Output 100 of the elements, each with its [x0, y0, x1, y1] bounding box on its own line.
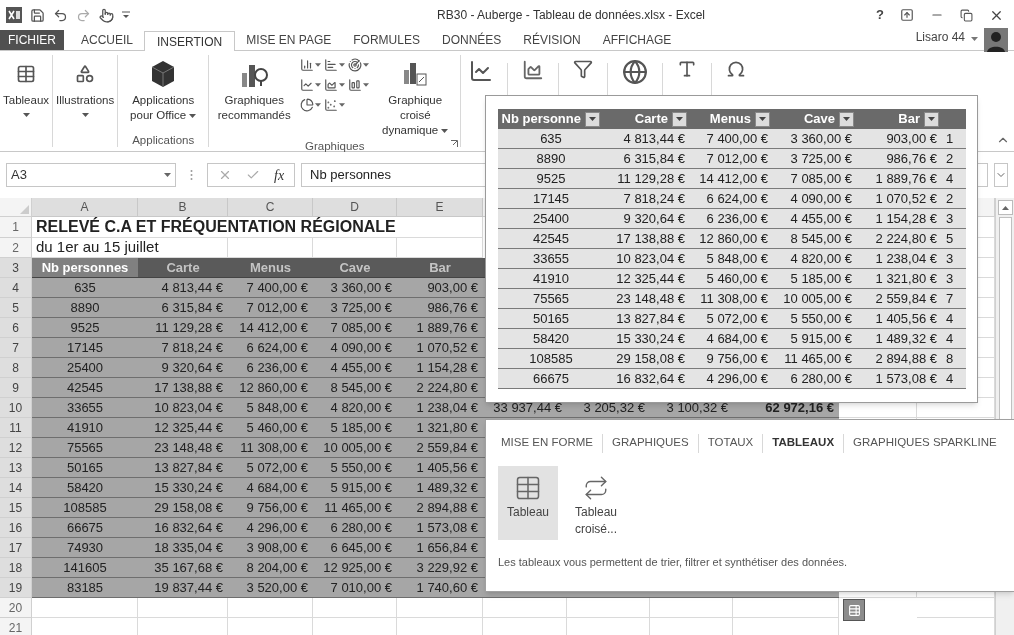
- table-header-cell[interactable]: Bar: [397, 258, 483, 278]
- table-cell: 9 756,00 €: [691, 349, 774, 369]
- row-number[interactable]: 19: [0, 578, 32, 598]
- table-cell: 17145: [32, 338, 138, 358]
- table-cell: 1 405,56 €: [397, 458, 483, 478]
- table-cell: 75565: [498, 289, 604, 309]
- table-cell: 10 005,00 €: [313, 438, 397, 458]
- row-number[interactable]: 18: [0, 558, 32, 578]
- column-header[interactable]: B: [138, 198, 228, 217]
- row-number[interactable]: 1: [0, 217, 32, 238]
- row-number[interactable]: 12: [0, 438, 32, 458]
- column-header[interactable]: E: [397, 198, 483, 217]
- table-cell: 5 460,00 €: [228, 418, 313, 438]
- table-cell: 1: [943, 129, 966, 149]
- table-cell: 4: [943, 309, 966, 329]
- table-cell: 6 280,00 €: [774, 369, 858, 389]
- analysis-tab[interactable]: GRAPHIQUES SPARKLINE: [844, 434, 1006, 452]
- row-number[interactable]: 17: [0, 538, 32, 558]
- account-name[interactable]: Lisaro 44: [915, 28, 965, 46]
- name-box[interactable]: A3: [6, 163, 176, 187]
- table-cell: 66675: [498, 369, 604, 389]
- table-cell: 3: [943, 209, 966, 229]
- table-cell: 7 012,00 €: [228, 298, 313, 318]
- ribbon-button[interactable]: Applications pour Office: [118, 51, 209, 132]
- column-header[interactable]: D: [313, 198, 397, 217]
- table-cell: 6 624,00 €: [691, 189, 774, 209]
- table-cell: 6 315,84 €: [138, 298, 228, 318]
- analysis-tab[interactable]: TOTAUX: [698, 434, 763, 452]
- table-cell: 10 005,00 €: [774, 289, 858, 309]
- row-number[interactable]: 13: [0, 458, 32, 478]
- row-number[interactable]: 14: [0, 478, 32, 498]
- row-number[interactable]: 8: [0, 358, 32, 378]
- ribbon-tab[interactable]: RÉVISION: [512, 30, 592, 50]
- table-cell: 4 090,00 €: [313, 338, 397, 358]
- table-header-cell: Bar: [858, 109, 943, 129]
- row-number[interactable]: 2: [0, 238, 32, 258]
- row-number[interactable]: 15: [0, 498, 32, 518]
- table-cell: 1 405,56 €: [858, 309, 943, 329]
- table-cell: 4 820,00 €: [313, 398, 397, 418]
- table-cell: 3: [943, 249, 966, 269]
- table-cell: 11 129,28 €: [604, 169, 691, 189]
- analysis-tab[interactable]: TABLEAUX: [763, 434, 844, 452]
- column-header[interactable]: C: [228, 198, 313, 217]
- ribbon-tab[interactable]: AFFICHAGE: [591, 30, 683, 50]
- row-number[interactable]: 3: [0, 258, 32, 278]
- table-header-cell: Nb personne: [498, 109, 604, 129]
- ribbon-button[interactable]: Graphique croisé dynamique: [370, 51, 461, 138]
- table-cell: 5 072,00 €: [228, 458, 313, 478]
- help-button[interactable]: ?: [876, 5, 884, 25]
- ribbon-tab[interactable]: ACCUEIL: [70, 30, 144, 50]
- insert-function-button[interactable]: fx: [274, 164, 285, 186]
- ribbon-tab[interactable]: FICHIER: [0, 30, 64, 50]
- row-number[interactable]: 6: [0, 318, 32, 338]
- table-cell: 4 813,44 €: [604, 129, 691, 149]
- column-header[interactable]: A: [32, 198, 138, 217]
- table-cell: 19 837,44 €: [138, 578, 228, 598]
- row-number[interactable]: 9: [0, 378, 32, 398]
- table-cell: 25400: [498, 209, 604, 229]
- table-cell: 11 308,00 €: [691, 289, 774, 309]
- table-cell: 23 148,48 €: [138, 438, 228, 458]
- table-cell: 58420: [498, 329, 604, 349]
- table-cell: 7: [943, 289, 966, 309]
- table-header-cell[interactable]: Cave: [313, 258, 397, 278]
- ribbon-tab[interactable]: FORMULES: [342, 30, 431, 50]
- ribbon-button[interactable]: Tableaux: [0, 51, 53, 151]
- table-cell: 11 465,00 €: [774, 349, 858, 369]
- row-number[interactable]: 10: [0, 398, 32, 418]
- row-number[interactable]: 20: [0, 598, 32, 618]
- table-cell: 3 360,00 €: [774, 129, 858, 149]
- analysis-tab[interactable]: MISE EN FORME: [492, 434, 602, 452]
- row-number[interactable]: 5: [0, 298, 32, 318]
- table-header-cell[interactable]: Menus: [228, 258, 313, 278]
- row-number[interactable]: 11: [0, 418, 32, 438]
- table-header-cell[interactable]: Nb personnes: [32, 258, 138, 278]
- row-number[interactable]: 21: [0, 618, 32, 635]
- row-number[interactable]: 16: [0, 518, 32, 538]
- table-cell: 29 158,08 €: [138, 498, 228, 518]
- table-header-cell[interactable]: Carte: [138, 258, 228, 278]
- analysis-option[interactable]: Tableau croisé...: [566, 466, 626, 540]
- table-cell: 903,00 €: [397, 278, 483, 298]
- table-cell: 17 138,88 €: [604, 229, 691, 249]
- ribbon-tab[interactable]: MISE EN PAGE: [235, 30, 343, 50]
- row-number[interactable]: 4: [0, 278, 32, 298]
- ribbon-tab[interactable]: DONNÉES: [430, 30, 513, 50]
- ribbon-button[interactable]: Graphiques recommandés: [209, 51, 300, 138]
- table-cell: 2 559,84 €: [397, 438, 483, 458]
- ribbon-tab[interactable]: INSERTION: [144, 31, 236, 51]
- table-cell: 41910: [32, 418, 138, 438]
- analysis-option[interactable]: Tableau: [498, 466, 558, 540]
- table-cell: 12 925,00 €: [313, 558, 397, 578]
- analysis-tab[interactable]: GRAPHIQUES: [603, 434, 698, 452]
- table-cell: 3: [943, 269, 966, 289]
- table-cell: 4 684,00 €: [228, 478, 313, 498]
- row-number[interactable]: 7: [0, 338, 32, 358]
- ribbon-button[interactable]: Illustrations: [53, 51, 118, 151]
- table-cell: 12 860,00 €: [228, 378, 313, 398]
- table-cell: 6 315,84 €: [604, 149, 691, 169]
- table-cell: 13 827,84 €: [604, 309, 691, 329]
- table-cell: 8: [943, 349, 966, 369]
- table-cell: 11 129,28 €: [138, 318, 228, 338]
